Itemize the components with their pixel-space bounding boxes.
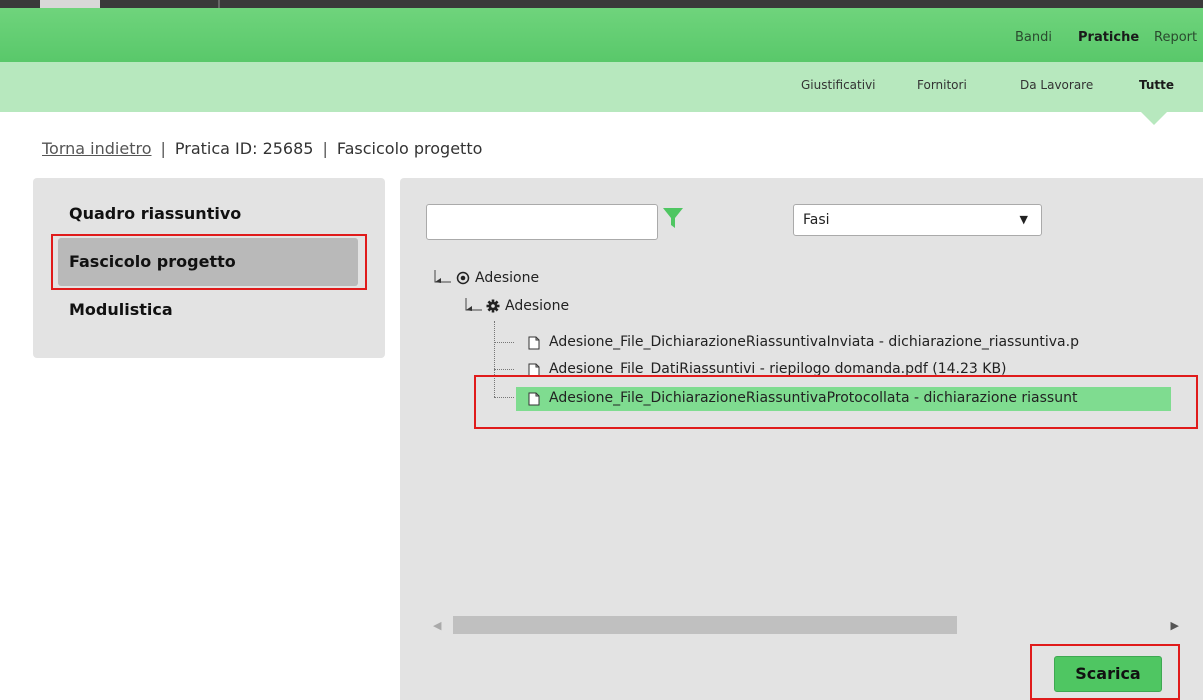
subnav-item-tutte[interactable]: Tutte <box>1139 78 1174 92</box>
collapse-elbow-icon[interactable] <box>464 298 484 314</box>
tree-guide-line <box>494 397 514 398</box>
tree-guide-line <box>494 342 514 343</box>
subnav-item-da-lavorare[interactable]: Da Lavorare <box>1020 78 1093 92</box>
file-icon <box>528 392 540 406</box>
subnav-item-fornitori[interactable]: Fornitori <box>917 78 967 92</box>
scrollbar-thumb[interactable] <box>453 616 957 634</box>
file-icon <box>528 336 540 350</box>
breadcrumb: Torna indietro | Pratica ID: 25685 | Fascico… <box>42 139 482 158</box>
file-label: Adesione_File_DichiarazioneRiassuntivaIn… <box>549 334 1079 350</box>
sidebar-item-label: Fascicolo progetto <box>69 252 236 271</box>
top-navigation: Bandi Pratiche Report <box>0 8 1203 62</box>
tree-guide-line <box>494 369 514 370</box>
current-section: Fascicolo progetto <box>336 139 483 158</box>
sidebar: Quadro riassuntivo Fascicolo progetto Mo… <box>33 178 385 358</box>
tree-file-item-selected[interactable]: Adesione_File_DichiarazioneRiassuntivaPr… <box>516 387 1171 411</box>
tree-node-label: Adesione <box>505 298 570 314</box>
pratica-id: Pratica ID: 25685 <box>174 139 314 158</box>
nav-item-bandi[interactable]: Bandi <box>1015 30 1052 45</box>
sidebar-item-quadro-riassuntivo[interactable]: Quadro riassuntivo <box>69 204 241 223</box>
active-tab-pointer <box>1141 112 1167 125</box>
sidebar-item-modulistica[interactable]: Modulistica <box>69 300 173 319</box>
scroll-right-icon[interactable]: ▶ <box>1171 619 1179 632</box>
file-tree: Adesione Adesione Adesione_File_Dichiara… <box>400 178 1203 618</box>
file-label: Adesione_File_DichiarazioneRiassuntivaPr… <box>549 390 1078 406</box>
sidebar-item-fascicolo-progetto[interactable]: Fascicolo progetto <box>58 238 358 286</box>
tree-guide-line <box>494 321 495 397</box>
breadcrumb-separator: | <box>322 139 328 158</box>
tree-node-label: Adesione <box>475 270 540 286</box>
collapse-elbow-icon[interactable] <box>433 270 453 286</box>
file-label: Adesione_File_DatiRiassuntivi - riepilog… <box>549 361 1007 377</box>
nav-item-pratiche[interactable]: Pratiche <box>1078 30 1139 45</box>
gear-icon <box>486 299 500 313</box>
top-strip-tab <box>40 0 100 8</box>
radio-target-icon <box>456 271 470 285</box>
subnav-item-giustificativi[interactable]: Giustificativi <box>801 78 876 92</box>
download-button[interactable]: Scarica <box>1054 656 1162 692</box>
breadcrumb-separator: | <box>160 139 166 158</box>
scroll-left-icon[interactable]: ◀ <box>433 619 441 632</box>
horizontal-scrollbar[interactable]: ◀ ▶ <box>425 612 1187 638</box>
sub-navigation: Giustificativi Fornitori Da Lavorare Tut… <box>0 62 1203 125</box>
content-panel: Fasi ▼ Adesione Adesione Adesione_File_D… <box>400 178 1203 700</box>
file-icon <box>528 363 540 377</box>
top-strip-dark <box>0 0 1203 8</box>
back-link[interactable]: Torna indietro <box>42 139 152 158</box>
nav-item-report[interactable]: Report <box>1154 30 1197 45</box>
